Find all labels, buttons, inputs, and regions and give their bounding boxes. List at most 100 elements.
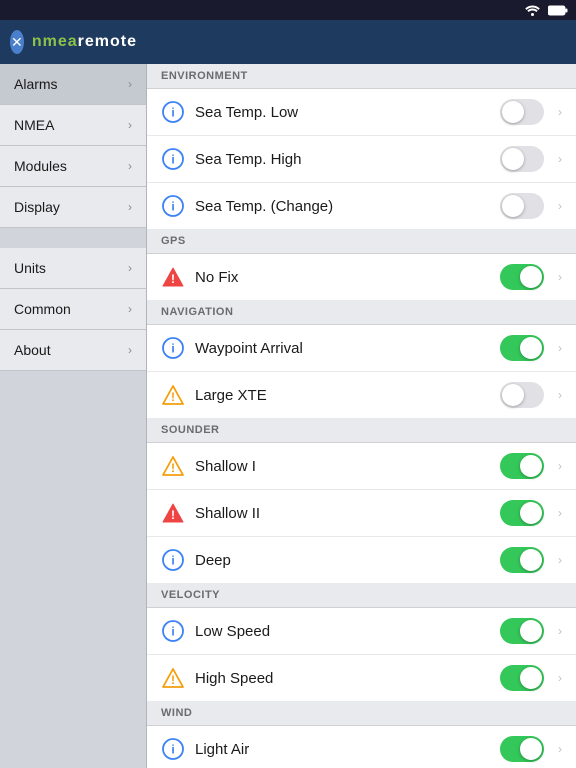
info-icon: i bbox=[162, 337, 184, 359]
info-icon-sea-temp-change: i bbox=[161, 194, 185, 218]
sidebar-item-modules[interactable]: Modules› bbox=[0, 146, 146, 187]
row-chevron-deep: › bbox=[558, 553, 562, 567]
toggle-waypoint-arrival[interactable] bbox=[500, 335, 544, 361]
toggle-deep[interactable] bbox=[500, 547, 544, 573]
toggle-light-air[interactable] bbox=[500, 736, 544, 762]
alarm-row-sea-temp-high[interactable]: i Sea Temp. High › bbox=[147, 136, 576, 183]
svg-text:!: ! bbox=[171, 673, 175, 687]
battery-icon bbox=[548, 5, 568, 16]
info-icon: i bbox=[162, 620, 184, 642]
chevron-right-icon: › bbox=[128, 200, 132, 214]
info-icon-low-speed: i bbox=[161, 619, 185, 643]
section-group-wind: i Light Air› ! Strong Breeze› ! Gale› ! … bbox=[147, 726, 576, 768]
row-chevron-light-air: › bbox=[558, 742, 562, 756]
sidebar-label: NMEA bbox=[14, 117, 54, 133]
row-chevron-low-speed: › bbox=[558, 624, 562, 638]
alarm-row-sea-temp-low[interactable]: i Sea Temp. Low› bbox=[147, 89, 576, 136]
alarm-label-shallow-i: Shallow I bbox=[195, 458, 490, 475]
danger-icon: ! bbox=[162, 502, 184, 524]
warning-icon: ! bbox=[162, 455, 184, 477]
alarm-label-large-xte: Large XTE bbox=[195, 387, 490, 404]
alarm-row-light-air[interactable]: i Light Air › bbox=[147, 726, 576, 768]
alarm-row-large-xte[interactable]: ! Large XTE › bbox=[147, 372, 576, 418]
toggle-sea-temp-change[interactable] bbox=[500, 193, 544, 219]
alarm-label-sea-temp-high: Sea Temp. High bbox=[195, 151, 490, 168]
toggle-high-speed[interactable] bbox=[500, 665, 544, 691]
svg-text:i: i bbox=[171, 153, 174, 167]
sidebar-item-display[interactable]: Display › bbox=[0, 187, 146, 228]
section-header-velocity: VELOCITY bbox=[147, 583, 576, 608]
svg-text:!: ! bbox=[171, 272, 175, 286]
logo-suffix: remote bbox=[78, 33, 137, 50]
row-chevron-sea-temp-high: › bbox=[558, 152, 562, 166]
row-chevron-large-xte: › bbox=[558, 388, 562, 402]
row-chevron-waypoint-arrival: › bbox=[558, 341, 562, 355]
chevron-right-icon: › bbox=[128, 302, 132, 316]
row-chevron-sea-temp-low: › bbox=[558, 105, 562, 119]
danger-icon: ! bbox=[162, 266, 184, 288]
toggle-sea-temp-high[interactable] bbox=[500, 146, 544, 172]
row-chevron-sea-temp-change: › bbox=[558, 199, 562, 213]
toggle-shallow-ii[interactable] bbox=[500, 500, 544, 526]
info-icon-sea-temp-low: i bbox=[161, 100, 185, 124]
toggle-sea-temp-low[interactable] bbox=[500, 99, 544, 125]
info-icon-deep: i bbox=[161, 548, 185, 572]
app-header: ✕ nmearemote bbox=[0, 20, 576, 64]
sidebar-item-units[interactable]: Units › bbox=[0, 248, 146, 289]
alarm-row-high-speed[interactable]: ! High Speed› bbox=[147, 655, 576, 701]
sidebar-label: Alarms bbox=[14, 76, 58, 92]
svg-text:i: i bbox=[171, 200, 174, 214]
status-right bbox=[525, 5, 568, 16]
alarm-row-deep[interactable]: i Deep› bbox=[147, 537, 576, 583]
alarm-row-shallow-ii[interactable]: ! Shallow II› bbox=[147, 490, 576, 537]
toggle-low-speed[interactable] bbox=[500, 618, 544, 644]
svg-text:!: ! bbox=[171, 390, 175, 404]
sidebar-item-nmea[interactable]: NMEA› bbox=[0, 105, 146, 146]
sidebar-label: Display bbox=[14, 199, 60, 215]
status-bar bbox=[0, 0, 576, 20]
logo-prefix: nmea bbox=[32, 33, 78, 50]
warning-icon-large-xte: ! bbox=[161, 383, 185, 407]
info-icon-sea-temp-high: i bbox=[161, 147, 185, 171]
svg-text:!: ! bbox=[171, 461, 175, 475]
sidebar-item-about[interactable]: About › bbox=[0, 330, 146, 371]
toggle-shallow-i[interactable] bbox=[500, 453, 544, 479]
chevron-right-icon: › bbox=[128, 261, 132, 275]
content-area: ENVIRONMENT i Sea Temp. Low› i Sea Temp.… bbox=[147, 64, 576, 768]
alarm-row-shallow-i[interactable]: ! Shallow I › bbox=[147, 443, 576, 490]
sidebar-label: Units bbox=[14, 260, 46, 276]
row-chevron-shallow-ii: › bbox=[558, 506, 562, 520]
alarm-row-low-speed[interactable]: i Low Speed › bbox=[147, 608, 576, 655]
danger-icon-shallow-ii: ! bbox=[161, 501, 185, 525]
alarm-row-waypoint-arrival[interactable]: i Waypoint Arrival › bbox=[147, 325, 576, 372]
sidebar-spacer bbox=[0, 228, 146, 248]
chevron-right-icon: › bbox=[128, 343, 132, 357]
svg-text:i: i bbox=[171, 342, 174, 356]
alarm-label-light-air: Light Air bbox=[195, 741, 490, 758]
section-group-gps: ! No Fix› bbox=[147, 254, 576, 300]
section-header-environment: ENVIRONMENT bbox=[147, 64, 576, 89]
warning-icon-high-speed: ! bbox=[161, 666, 185, 690]
info-icon-light-air: i bbox=[161, 737, 185, 761]
alarm-label-waypoint-arrival: Waypoint Arrival bbox=[195, 340, 490, 357]
header-sidebar-section: ✕ nmearemote bbox=[0, 30, 147, 54]
toggle-no-fix[interactable] bbox=[500, 264, 544, 290]
sidebar-item-common[interactable]: Common› bbox=[0, 289, 146, 330]
alarm-row-no-fix[interactable]: ! No Fix› bbox=[147, 254, 576, 300]
section-group-velocity: i Low Speed › ! High Speed› bbox=[147, 608, 576, 701]
alarm-label-low-speed: Low Speed bbox=[195, 623, 490, 640]
info-icon: i bbox=[162, 195, 184, 217]
info-icon: i bbox=[162, 549, 184, 571]
warning-icon: ! bbox=[162, 667, 184, 689]
row-chevron-shallow-i: › bbox=[558, 459, 562, 473]
alarm-label-sea-temp-change: Sea Temp. (Change) bbox=[195, 198, 490, 215]
sidebar-label: About bbox=[14, 342, 51, 358]
svg-text:i: i bbox=[171, 554, 174, 568]
wifi-icon bbox=[525, 5, 540, 16]
warning-icon: ! bbox=[162, 384, 184, 406]
back-button[interactable]: ✕ bbox=[10, 30, 24, 54]
toggle-large-xte[interactable] bbox=[500, 382, 544, 408]
alarm-row-sea-temp-change[interactable]: i Sea Temp. (Change) › bbox=[147, 183, 576, 229]
alarm-label-high-speed: High Speed bbox=[195, 670, 490, 687]
sidebar-item-alarms[interactable]: Alarms› bbox=[0, 64, 146, 105]
